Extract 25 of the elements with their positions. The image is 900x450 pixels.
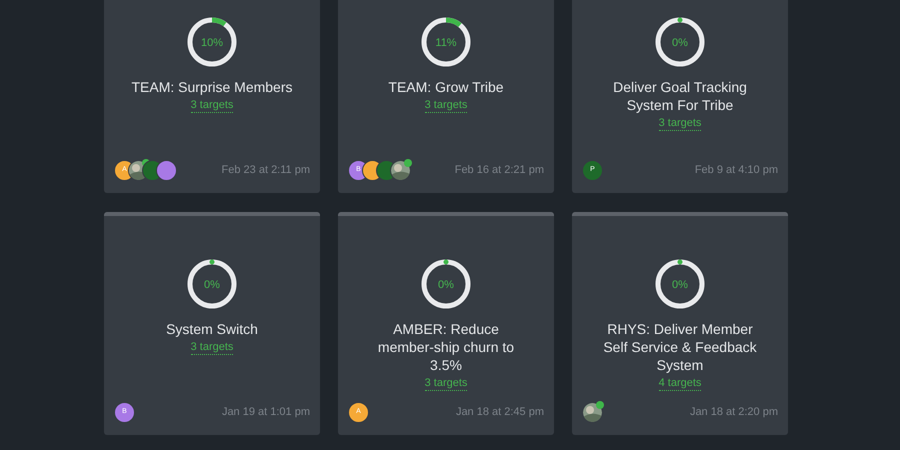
targets-link[interactable]: 3 targets [190, 98, 234, 113]
percent-label: 0% [672, 279, 688, 291]
targets-link[interactable]: 3 targets [424, 98, 468, 113]
goal-title: TEAM: Surprise Members [130, 78, 294, 96]
percent-label: 0% [672, 37, 688, 49]
goal-title: RHYS: Deliver Member Self Service & Feedback System [602, 320, 758, 374]
percent-label: 11% [435, 37, 457, 49]
updated-date: Jan 19 at 1:01 pm [222, 405, 310, 420]
percent-label: 10% [200, 37, 224, 49]
goal-title: Deliver Goal Tracking System For Tribe [612, 78, 748, 114]
targets-link[interactable]: 3 targets [658, 116, 702, 131]
percent-label: 0% [438, 279, 454, 291]
updated-date: Feb 23 at 2:11 pm [222, 163, 310, 178]
goal-title: System Switch [165, 320, 259, 338]
targets-link[interactable]: 3 targets [190, 340, 234, 355]
updated-date: Jan 18 at 2:20 pm [690, 405, 778, 420]
goal-title: AMBER: Reduce member-ship churn to 3.5% [376, 320, 516, 374]
updated-date: Feb 9 at 4:10 pm [694, 163, 778, 178]
updated-date: Jan 18 at 2:45 pm [456, 405, 544, 420]
updated-date: Feb 16 at 2:21 pm [454, 163, 544, 178]
percent-label: 0% [204, 279, 220, 291]
goal-title: TEAM: Grow Tribe [387, 78, 505, 96]
targets-link[interactable]: 4 targets [658, 376, 702, 391]
targets-link[interactable]: 3 targets [424, 376, 468, 391]
goal-card[interactable]: 0% RHYS: Deliver Member Self Service & Feedback System 4 targets Jan 18 at 2:20 pm [572, 212, 788, 435]
